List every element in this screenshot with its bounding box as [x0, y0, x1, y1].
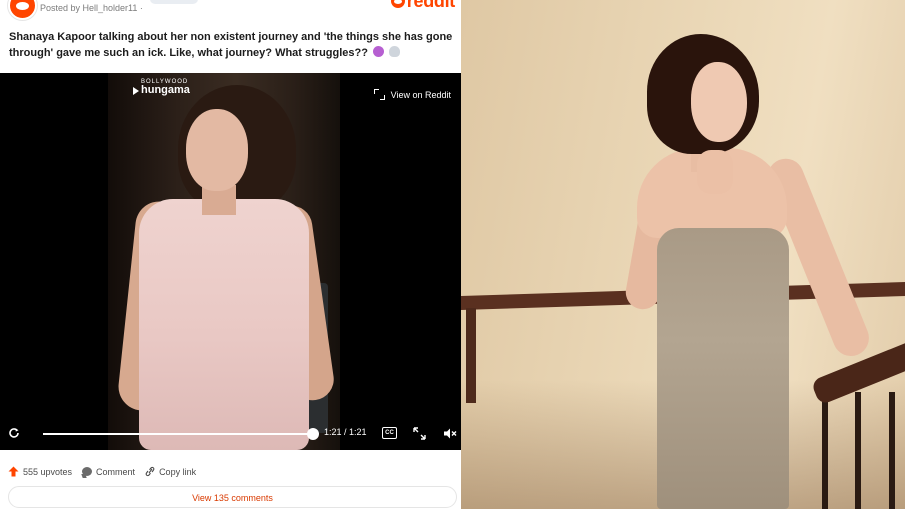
video-controls: 1:21 / 1:21 CC [0, 416, 461, 450]
view-on-reddit-button[interactable]: View on Reddit [373, 89, 451, 100]
video-player[interactable]: BOLLYWOOD hungama View on Reddit 1:21 / … [0, 73, 461, 450]
posted-by[interactable]: Posted by Hell_holder11 · [40, 3, 143, 13]
upvote-icon [8, 466, 19, 477]
view-on-reddit-label: View on Reddit [390, 89, 451, 100]
post-title[interactable]: Shanaya Kapoor talking about her non exi… [9, 30, 454, 61]
play-logo-icon [133, 86, 139, 95]
video-person-dress [139, 199, 309, 450]
post-actions: 555 upvotes Comment Copy link [8, 466, 206, 477]
stair-baluster [822, 392, 828, 509]
fullscreen-icon[interactable] [413, 427, 426, 440]
comment-label: Comment [96, 466, 136, 477]
stair-baluster [889, 392, 895, 509]
replay-icon[interactable] [7, 426, 21, 440]
photo-person-face [691, 62, 747, 142]
closed-captions-icon[interactable]: CC [382, 427, 397, 439]
upvote-button[interactable]: 555 upvotes [8, 466, 72, 477]
expand-icon [373, 89, 385, 100]
reddit-embed-card: Posted by Hell_holder11 · reddit Shanaya… [0, 0, 461, 509]
subreddit-avatar[interactable] [8, 0, 37, 20]
photo-panel [461, 0, 905, 509]
reddit-alien-icon [390, 0, 405, 8]
bollywood-hungama-logo: BOLLYWOOD hungama [133, 79, 190, 96]
link-icon [145, 466, 155, 477]
post-title-text: Shanaya Kapoor talking about her non exi… [9, 31, 453, 59]
video-person-face [186, 109, 248, 191]
rail-post [466, 308, 476, 403]
reddit-logo[interactable]: reddit [390, 0, 456, 11]
comment-button[interactable]: Comment [82, 467, 135, 477]
photo-person-hand [697, 150, 733, 194]
face-emoji-icon [373, 45, 385, 57]
skull-emoji-icon [389, 45, 401, 57]
progress-bar[interactable] [43, 428, 319, 440]
comment-icon [82, 467, 93, 476]
watermark-big: hungama [141, 84, 190, 96]
progress-fill [43, 433, 313, 435]
mute-icon[interactable] [443, 427, 457, 440]
time-display: 1:21 / 1:21 [324, 427, 367, 437]
stair-baluster [855, 392, 861, 509]
join-button[interactable] [150, 0, 198, 4]
progress-knob[interactable] [307, 428, 319, 440]
upvote-count: 555 upvotes [23, 466, 73, 477]
copy-link-label: Copy link [159, 466, 197, 477]
copy-link-button[interactable]: Copy link [145, 466, 196, 477]
reddit-wordmark: reddit [406, 0, 456, 11]
view-comments-button[interactable]: View 135 comments [8, 486, 457, 508]
photo-person-dress [657, 228, 789, 509]
post-header: Posted by Hell_holder11 · reddit [0, 0, 461, 20]
